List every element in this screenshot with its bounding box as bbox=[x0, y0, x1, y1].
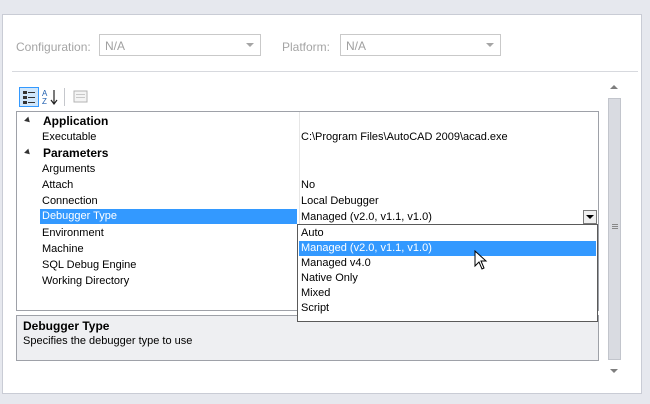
collapse-triangle-icon[interactable] bbox=[24, 148, 32, 157]
divider bbox=[12, 71, 638, 72]
description-title: Debugger Type bbox=[23, 319, 110, 333]
property-name: Attach bbox=[42, 179, 74, 191]
category-label: Parameters bbox=[43, 146, 109, 160]
grip-icon bbox=[612, 224, 618, 225]
property-name: Environment bbox=[42, 227, 104, 239]
property-row-debugger-type[interactable]: Debugger Type Managed (v2.0, v1.1, v1.0) bbox=[17, 209, 598, 225]
platform-label: Platform: bbox=[282, 40, 331, 54]
option-label: Script bbox=[301, 302, 330, 314]
dropdown-option[interactable]: Mixed bbox=[299, 286, 596, 301]
category-parameters[interactable]: Parameters bbox=[17, 145, 598, 161]
chevron-down-icon bbox=[586, 215, 594, 219]
property-name: Arguments bbox=[42, 163, 96, 175]
chevron-down-icon bbox=[246, 43, 254, 47]
category-label: Application bbox=[43, 114, 109, 128]
property-name: Machine bbox=[42, 243, 84, 255]
option-label: Mixed bbox=[301, 287, 331, 299]
property-value: C:\Program Files\AutoCAD 2009\acad.exe bbox=[301, 131, 508, 143]
property-row-executable[interactable]: Executable C:\Program Files\AutoCAD 2009… bbox=[17, 129, 598, 145]
property-name: Connection bbox=[42, 195, 98, 207]
property-pages-icon bbox=[73, 90, 88, 103]
property-value: No bbox=[301, 179, 316, 191]
property-name: SQL Debug Engine bbox=[42, 259, 137, 271]
option-label: Managed (v2.0, v1.1, v1.0) bbox=[301, 242, 432, 254]
scroll-thumb[interactable] bbox=[608, 98, 621, 360]
mouse-cursor-icon bbox=[474, 250, 488, 270]
scroll-down-icon[interactable] bbox=[610, 369, 618, 373]
configuration-label: Configuration: bbox=[16, 40, 91, 54]
property-name: Working Directory bbox=[42, 275, 130, 287]
dropdown-option[interactable]: Auto bbox=[299, 226, 596, 241]
categorized-view-icon bbox=[23, 91, 35, 104]
dropdown-option[interactable]: Script bbox=[299, 301, 596, 316]
property-name: Executable bbox=[42, 131, 97, 143]
property-row-arguments[interactable]: Arguments bbox=[17, 161, 598, 177]
collapse-triangle-icon[interactable] bbox=[24, 116, 32, 125]
debugger-type-dropdown-list[interactable]: Auto Managed (v2.0, v1.1, v1.0) Managed … bbox=[297, 224, 598, 322]
svg-text:Z: Z bbox=[42, 97, 47, 106]
vertical-scrollbar[interactable] bbox=[606, 82, 623, 376]
property-row-connection[interactable]: Connection Local Debugger bbox=[17, 193, 598, 209]
property-pages-button[interactable] bbox=[71, 87, 91, 107]
property-value[interactable]: Managed (v2.0, v1.1, v1.0) bbox=[301, 211, 432, 223]
option-label: Auto bbox=[301, 227, 324, 239]
scroll-up-icon[interactable] bbox=[610, 85, 618, 89]
option-label: Native Only bbox=[301, 272, 358, 284]
property-value: Local Debugger bbox=[301, 195, 379, 207]
categorized-button[interactable] bbox=[19, 87, 39, 107]
sort-alphabetical-button[interactable]: A Z bbox=[41, 87, 61, 107]
configuration-combo[interactable]: N/A bbox=[99, 34, 261, 56]
chevron-down-icon bbox=[486, 43, 494, 47]
platform-combo[interactable]: N/A bbox=[340, 34, 501, 56]
toolbar-separator bbox=[64, 88, 65, 106]
configuration-bar: Configuration: N/A Platform: N/A bbox=[0, 34, 650, 58]
sort-alphabetical-icon: A Z bbox=[42, 89, 58, 106]
dropdown-option[interactable]: Managed v4.0 bbox=[299, 256, 596, 271]
dropdown-button[interactable] bbox=[583, 210, 597, 224]
property-name: Debugger Type bbox=[40, 209, 297, 224]
property-row-attach[interactable]: Attach No bbox=[17, 177, 598, 193]
platform-value: N/A bbox=[346, 39, 367, 53]
dropdown-option[interactable]: Managed (v2.0, v1.1, v1.0) bbox=[299, 241, 596, 256]
configuration-value: N/A bbox=[105, 39, 126, 53]
description-text: Specifies the debugger type to use bbox=[23, 335, 193, 347]
dropdown-option[interactable]: Native Only bbox=[299, 271, 596, 286]
category-application[interactable]: Application bbox=[17, 113, 598, 129]
option-label: Managed v4.0 bbox=[301, 257, 371, 269]
